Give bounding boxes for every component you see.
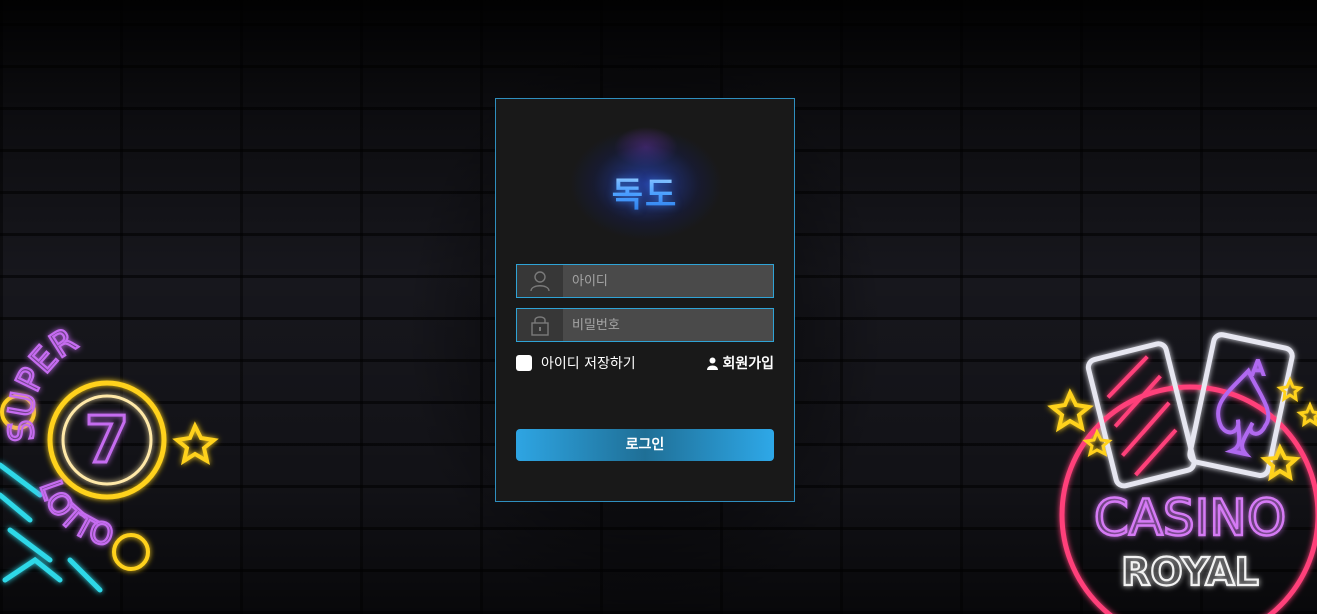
logo: 독도 [516,109,774,259]
neon-text-casino: CASINO [1094,489,1286,547]
casino-royal-neon-sign: A CASINO ROYAL [1047,332,1317,614]
svg-text:SUPER: SUPER [1,320,84,444]
neon-text-super: SUPER [0,319,85,445]
lock-icon [517,309,563,341]
remember-id-checkbox[interactable] [516,355,532,371]
neon-number-seven: 7 [85,404,130,478]
username-input[interactable] [563,265,772,297]
password-field[interactable] [516,308,774,342]
signup-label: 회원가입 [722,356,774,372]
username-field[interactable] [516,264,774,298]
login-panel: 독도 아이디 저장하기 회원가입 로그인 [495,98,795,502]
user-icon [517,265,563,297]
neon-text-royal: ROYAL [1121,550,1259,594]
remember-id-label: 아이디 저장하기 [541,356,636,372]
signup-link[interactable]: 회원가입 [707,354,774,372]
super-lotto-neon-sign: SUPER LOTTO 7 [0,319,219,593]
person-icon [707,357,719,370]
password-input[interactable] [563,309,772,341]
neon-card-letter: A [1251,356,1265,380]
login-button[interactable]: 로그인 [516,429,774,461]
remember-id[interactable]: 아이디 저장하기 [516,354,636,372]
logo-text: 독도 [516,167,774,216]
